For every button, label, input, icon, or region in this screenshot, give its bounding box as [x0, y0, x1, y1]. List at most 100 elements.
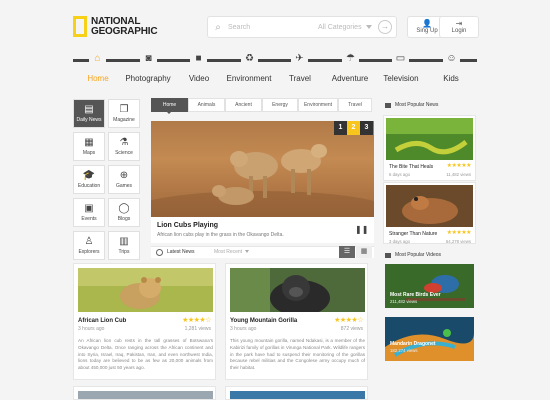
video-title: Most Rare Birds Ever: [390, 292, 441, 298]
login-button[interactable]: ⇥ Login: [439, 16, 479, 38]
popular-video-item[interactable]: Mandarin Dragonet 182,274 views: [385, 317, 474, 361]
camera-icon[interactable]: ◙: [140, 52, 157, 66]
tab-environment[interactable]: Environment: [298, 98, 338, 112]
sidebar-item-label: Daily News: [76, 117, 102, 123]
lion-cub-photo: [78, 268, 213, 312]
sidebar-item-label: Maps: [82, 150, 96, 156]
card-title: The Bite That Heals: [389, 164, 434, 170]
slide-page-3[interactable]: 3: [360, 121, 373, 135]
chevron-down-icon: [245, 250, 250, 254]
tab-home[interactable]: Home: [151, 98, 188, 112]
popular-videos-title: Most Popular Videos: [395, 252, 442, 258]
nav-item-video[interactable]: Video: [189, 74, 209, 83]
nav-item-photography[interactable]: Photography: [125, 74, 170, 83]
airplane-icon[interactable]: ✈: [291, 52, 308, 66]
sidebar-item-blogs[interactable]: ◯ Blogs: [108, 198, 140, 227]
snake-photo: [386, 118, 473, 160]
sidebar-item-label: Science: [115, 150, 133, 156]
card-title[interactable]: African Lion Cub: [78, 318, 126, 324]
suitcase-icon: ▥: [119, 236, 129, 247]
card-image: [78, 391, 213, 399]
home-icon[interactable]: ⌂: [89, 52, 106, 66]
news-card[interactable]: [73, 386, 216, 400]
sort-select[interactable]: Most Recent: [214, 249, 250, 255]
sidebar-item-education[interactable]: 🎓 Education: [73, 165, 105, 194]
nav-item-adventure[interactable]: Adventure: [332, 74, 368, 83]
slide-page-1[interactable]: 1: [334, 121, 347, 135]
grid-view-icon[interactable]: ▦: [356, 246, 372, 258]
search-icon[interactable]: ⌕: [208, 22, 228, 33]
parachute-icon[interactable]: ☂: [342, 52, 359, 66]
popular-video-item[interactable]: Most Rare Birds Ever 211,482 views: [385, 264, 474, 308]
nav-item-travel[interactable]: Travel: [289, 74, 311, 83]
search-go-button[interactable]: →: [378, 20, 392, 34]
dragonet-video-thumbnail: [385, 317, 474, 361]
video-camera-icon[interactable]: ■: [190, 52, 207, 66]
hero-description: African lion cubs play in the grass in t…: [157, 232, 284, 238]
sidebar-item-label: Explorers: [78, 249, 100, 255]
popular-news-heading: Most Popular News: [385, 102, 438, 108]
news-card[interactable]: Young Mountain Gorilla ★★★★☆ 3 hours ago…: [225, 263, 368, 380]
recycle-icon[interactable]: ♻: [241, 52, 258, 66]
flask-icon: ⚗: [119, 137, 129, 148]
nav-item-home[interactable]: Home: [87, 74, 108, 83]
pause-icon[interactable]: ❚❚: [355, 225, 368, 234]
kids-icon[interactable]: ☺: [443, 52, 460, 66]
popular-news-item[interactable]: The Bite That Heals ★★★★★ 6 days ago 11,…: [383, 115, 476, 181]
tv-icon[interactable]: ▭: [392, 52, 409, 66]
card-title[interactable]: Young Mountain Gorilla: [230, 318, 297, 324]
star-rating: ★★★★☆: [182, 317, 211, 324]
card-image: [230, 268, 365, 312]
logo[interactable]: NATIONAL GEOGRAPHIC: [73, 15, 158, 37]
hero-image[interactable]: [151, 121, 374, 217]
news-card[interactable]: African Lion Cub ★★★★☆ 3 hours ago 1,281…: [73, 263, 216, 380]
sidebar-item-magazine[interactable]: ❐ Magazine: [108, 99, 140, 128]
card-body: This young mountain gorilla, named Ndaka…: [230, 338, 365, 371]
category-select-label: All Categories: [318, 23, 362, 31]
nav-item-environment[interactable]: Environment: [227, 74, 272, 83]
sidebar-item-events[interactable]: ▣ Events: [73, 198, 105, 227]
magazine-icon: ❐: [119, 104, 129, 115]
sort-select-label: Most Recent: [214, 249, 243, 255]
login-icon: ⇥: [455, 19, 463, 28]
star-rating: ★★★★★: [446, 230, 472, 236]
tab-travel[interactable]: Travel: [338, 98, 372, 112]
logo-line2: GEOGRAPHIC: [91, 25, 158, 37]
card-time: 3 days ago: [389, 239, 411, 244]
video-title: Mandarin Dragonet: [390, 341, 436, 347]
slide-page-2[interactable]: 2: [347, 121, 360, 135]
popular-videos-heading: Most Popular Videos: [385, 252, 441, 258]
list-view-icon[interactable]: ☰: [339, 246, 355, 258]
nav-item-kids[interactable]: Kids: [443, 74, 459, 83]
lion-cubs-photo: [151, 144, 374, 217]
nav-item-television[interactable]: Television: [383, 74, 418, 83]
sidebar-item-daily-news[interactable]: ▤ Daily News: [73, 99, 105, 128]
sidebar-item-trips[interactable]: ▥ Trips: [108, 231, 140, 260]
popular-news-title: Most Popular News: [395, 102, 439, 108]
sidebar-item-games[interactable]: ⊕ Games: [108, 165, 140, 194]
sidebar-item-science[interactable]: ⚗ Science: [108, 132, 140, 161]
card-body: An African lion cub rests in the tall gr…: [78, 338, 213, 371]
sidebar-item-label: Events: [81, 216, 97, 222]
card-views: 1,281 views: [184, 326, 211, 332]
search-input[interactable]: Search: [228, 24, 318, 31]
sidebar-item-label: Blogs: [117, 216, 131, 222]
card-time: 6 days ago: [389, 172, 411, 177]
category-select[interactable]: All Categories: [318, 24, 378, 31]
star-rating: ★★★★★: [446, 163, 472, 169]
tab-ancient[interactable]: Ancient: [225, 98, 262, 112]
tab-active-arrow: [166, 111, 172, 114]
sidebar-item-explorers[interactable]: ♙ Explorers: [73, 231, 105, 260]
tab-animals[interactable]: Animals: [188, 98, 225, 112]
tab-energy[interactable]: Energy: [262, 98, 298, 112]
clock-icon: [156, 249, 163, 256]
card-views: 872 views: [340, 326, 363, 332]
chevron-down-icon: [365, 25, 372, 29]
hero-title[interactable]: Lion Cubs Playing: [157, 222, 218, 229]
sidebar-item-maps[interactable]: ▦ Maps: [73, 132, 105, 161]
popular-news-item[interactable]: Stranger Than Nature ★★★★★ 3 days ago 64…: [383, 182, 476, 244]
calendar-icon: ▣: [84, 203, 94, 214]
video-views: 182,274 views: [390, 348, 418, 353]
news-card[interactable]: [225, 386, 368, 400]
logo-line1: NATIONAL: [91, 15, 141, 27]
